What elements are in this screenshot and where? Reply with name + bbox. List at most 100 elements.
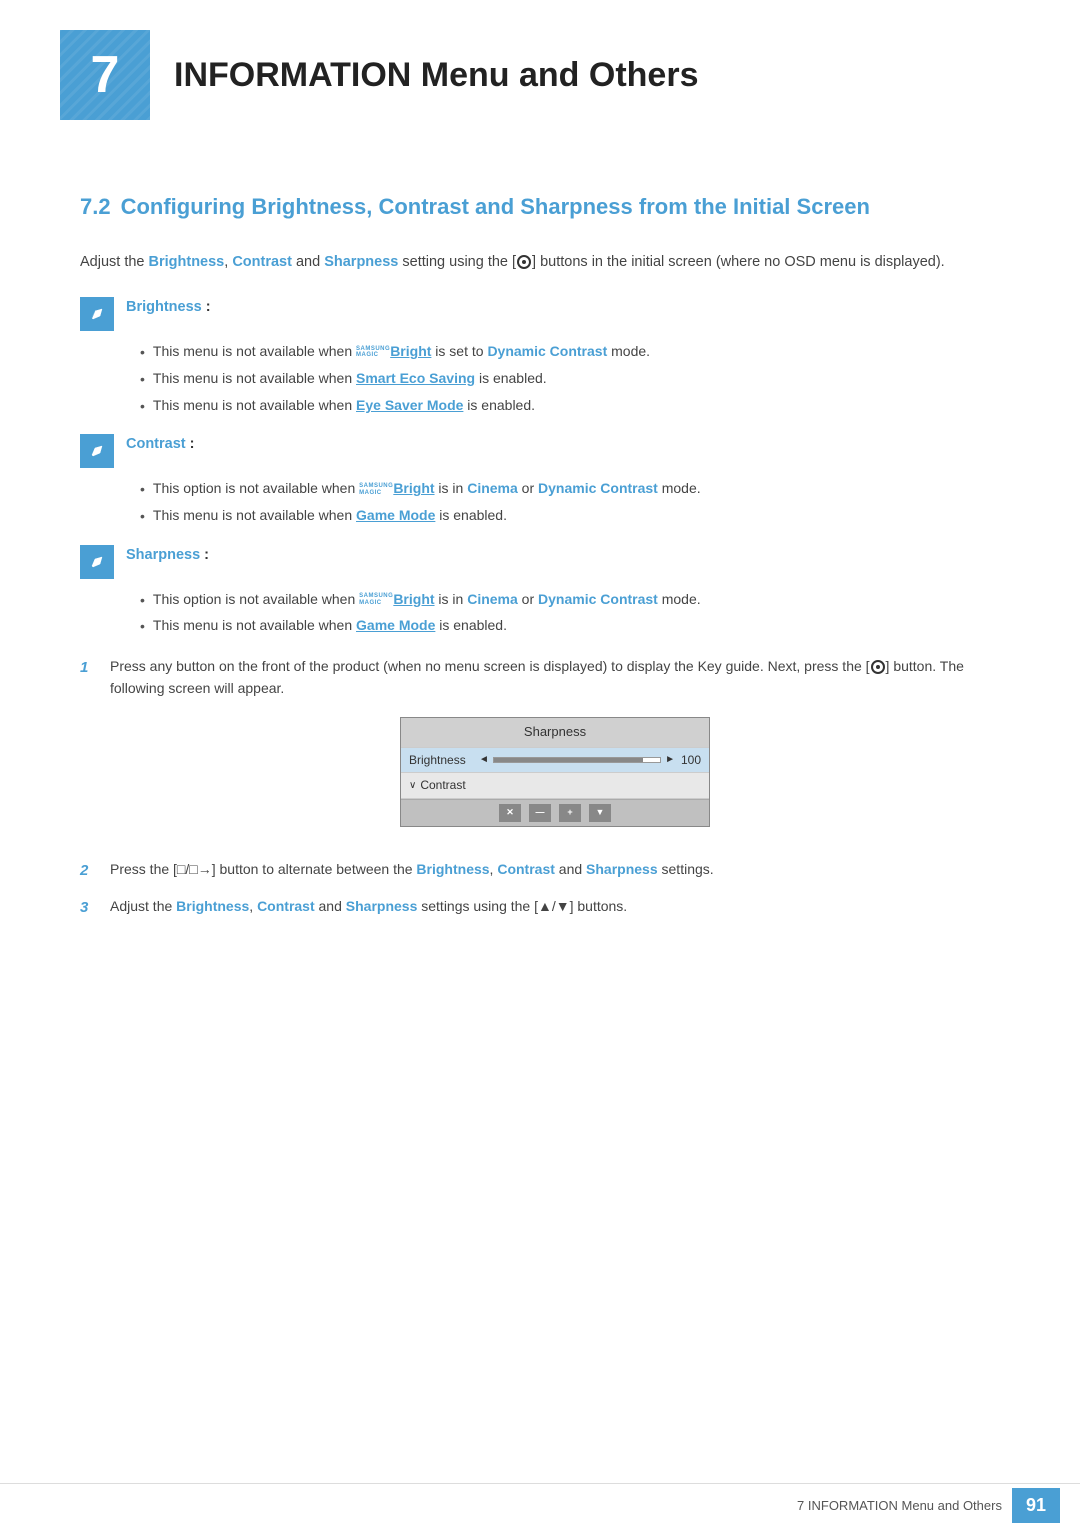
brightness-note-block: Brightness : [80,296,1000,331]
sharpness-note-icon [80,545,114,579]
intro-sharpness: Sharpness [324,254,398,270]
step3-sharpness: Sharpness [346,898,418,914]
step3-brightness: Brightness [176,898,249,914]
step-1-text: Press any button on the front of the pro… [110,656,1000,845]
section-heading: 7.2 Configuring Brightness, Contrast and … [80,190,1000,223]
screen-mockup: Sharpness Brightness ◄ ► 100 [400,717,710,826]
screen-btn-minus: — [529,804,551,822]
intro-brightness: Brightness [149,254,225,270]
bullet-text: This menu is not available when Game Mod… [153,615,507,637]
intro-contrast: Contrast [232,254,292,270]
step2-contrast: Contrast [497,861,555,877]
note-pencil-icon [87,304,107,324]
main-content: 7.2 Configuring Brightness, Contrast and … [0,140,1080,993]
bullet-dot: • [140,396,145,418]
brightness-note-label-area: Brightness : [126,296,211,319]
chapter-title: INFORMATION Menu and Others [174,50,698,101]
contrast-bullet-2: • This menu is not available when Game M… [140,505,1000,528]
bullet-dot: • [140,342,145,364]
bullet-text: This menu is not available when Eye Save… [153,395,535,417]
screen-brightness-row: Brightness ◄ ► 100 [401,748,709,774]
bullet-text: This menu is not available when Smart Ec… [153,368,547,390]
step3-contrast: Contrast [257,898,315,914]
screen-btn-plus: + [559,804,581,822]
game-mode-label: Game Mode [356,507,435,523]
slider-right-arrow: ► [665,752,675,768]
screen-slider-area: ◄ ► [479,752,675,768]
page-footer: 7 INFORMATION Menu and Others 91 [0,1483,1080,1527]
samsung-magic-label: SAMSUNGMAGIC [359,483,393,496]
brightness-bullet-3: • This menu is not available when Eye Sa… [140,395,1000,418]
eye-saver-label: Eye Saver Mode [356,397,463,413]
bullet-dot: • [140,616,145,638]
target-icon [517,255,531,269]
bullet-dot: • [140,590,145,612]
footer-page-number: 91 [1012,1488,1060,1523]
contrast-note-label-area: Contrast : [126,433,194,456]
screen-contrast-label: Contrast [420,776,490,795]
bullet-text: This menu is not available when Game Mod… [153,505,507,527]
bullet-dot: • [140,369,145,391]
section-title: Configuring Brightness, Contrast and Sha… [121,194,870,219]
note-pencil-icon-3 [87,552,107,572]
brightness-bullet-1: • This menu is not available when SAMSUN… [140,341,1000,364]
screen-brightness-value: 100 [675,751,701,770]
brightness-bullets: • This menu is not available when SAMSUN… [140,341,1000,417]
screen-contrast-row: ∨ Contrast [401,773,709,799]
step-3-text: Adjust the Brightness, Contrast and Shar… [110,896,1000,918]
cinema-label-2: Cinema [467,591,518,607]
bullet-text: This option is not available when SAMSUN… [153,589,701,611]
slider-bar [493,757,661,763]
sharpness-bullets: • This option is not available when SAMS… [140,589,1000,638]
samsung-magic-label: SAMSUNGMAGIC [356,346,390,359]
screen-brightness-label: Brightness [409,751,479,770]
contrast-bullets: • This option is not available when SAMS… [140,478,1000,527]
contrast-bullet-1: • This option is not available when SAMS… [140,478,1000,501]
section-number: 7.2 [80,194,111,219]
contrast-note-icon [80,434,114,468]
intro-text-after: setting using the [ [398,254,516,270]
step-2: 2 Press the [□/□→] button to alternate b… [80,859,1000,882]
contrast-note-label: Contrast [126,436,186,452]
screen-mockup-wrapper: Sharpness Brightness ◄ ► 100 [110,717,1000,826]
brightness-bullet-2: • This menu is not available when Smart … [140,368,1000,391]
step-2-text: Press the [□/□→] button to alternate bet… [110,859,1000,881]
intro-text-before: Adjust the [80,254,149,270]
samsung-magic-label: SAMSUNGMAGIC [359,593,393,606]
intro-and: and [292,254,324,270]
intro-paragraph: Adjust the Brightness, Contrast and Shar… [80,251,1000,274]
screen-buttons-row: ✕ — + ▼ [401,799,709,826]
sharpness-bullet-1: • This option is not available when SAMS… [140,589,1000,612]
sharpness-note-block: Sharpness : [80,544,1000,579]
screen-btn-down: ▼ [589,804,611,822]
note-pencil-icon-2 [87,441,107,461]
contrast-note-block: Contrast : [80,433,1000,468]
contrast-chevron: ∨ [409,778,416,794]
sharpness-bullet-2: • This menu is not available when Game M… [140,615,1000,638]
step-num-3: 3 [80,896,96,919]
step2-brightness: Brightness [416,861,489,877]
smart-eco-label: Smart Eco Saving [356,370,475,386]
step-num-2: 2 [80,859,96,882]
samsung-bright-label: Bright [393,480,434,496]
steps-section: 1 Press any button on the front of the p… [80,656,1000,919]
brightness-note-label: Brightness [126,299,202,315]
dynamic-contrast-label-3: Dynamic Contrast [538,591,658,607]
footer-text: 7 INFORMATION Menu and Others [797,1496,1002,1516]
sharpness-note-colon: : [200,547,209,563]
slider-left-arrow: ◄ [479,752,489,768]
screen-header-label: Sharpness [524,722,586,742]
step-num-1: 1 [80,656,96,679]
slider-fill [494,758,644,762]
dynamic-contrast-label-2: Dynamic Contrast [538,480,658,496]
chapter-number: 7 [60,30,150,120]
step-3: 3 Adjust the Brightness, Contrast and Sh… [80,896,1000,919]
intro-text-end: ] buttons in the initial screen (where n… [532,254,945,270]
step2-sharpness: Sharpness [586,861,658,877]
samsung-bright-label: Bright [393,591,434,607]
sharpness-note-label-area: Sharpness : [126,544,209,567]
target-icon-step1 [871,660,885,674]
contrast-note-colon: : [186,436,195,452]
bullet-dot: • [140,479,145,501]
step-1: 1 Press any button on the front of the p… [80,656,1000,845]
